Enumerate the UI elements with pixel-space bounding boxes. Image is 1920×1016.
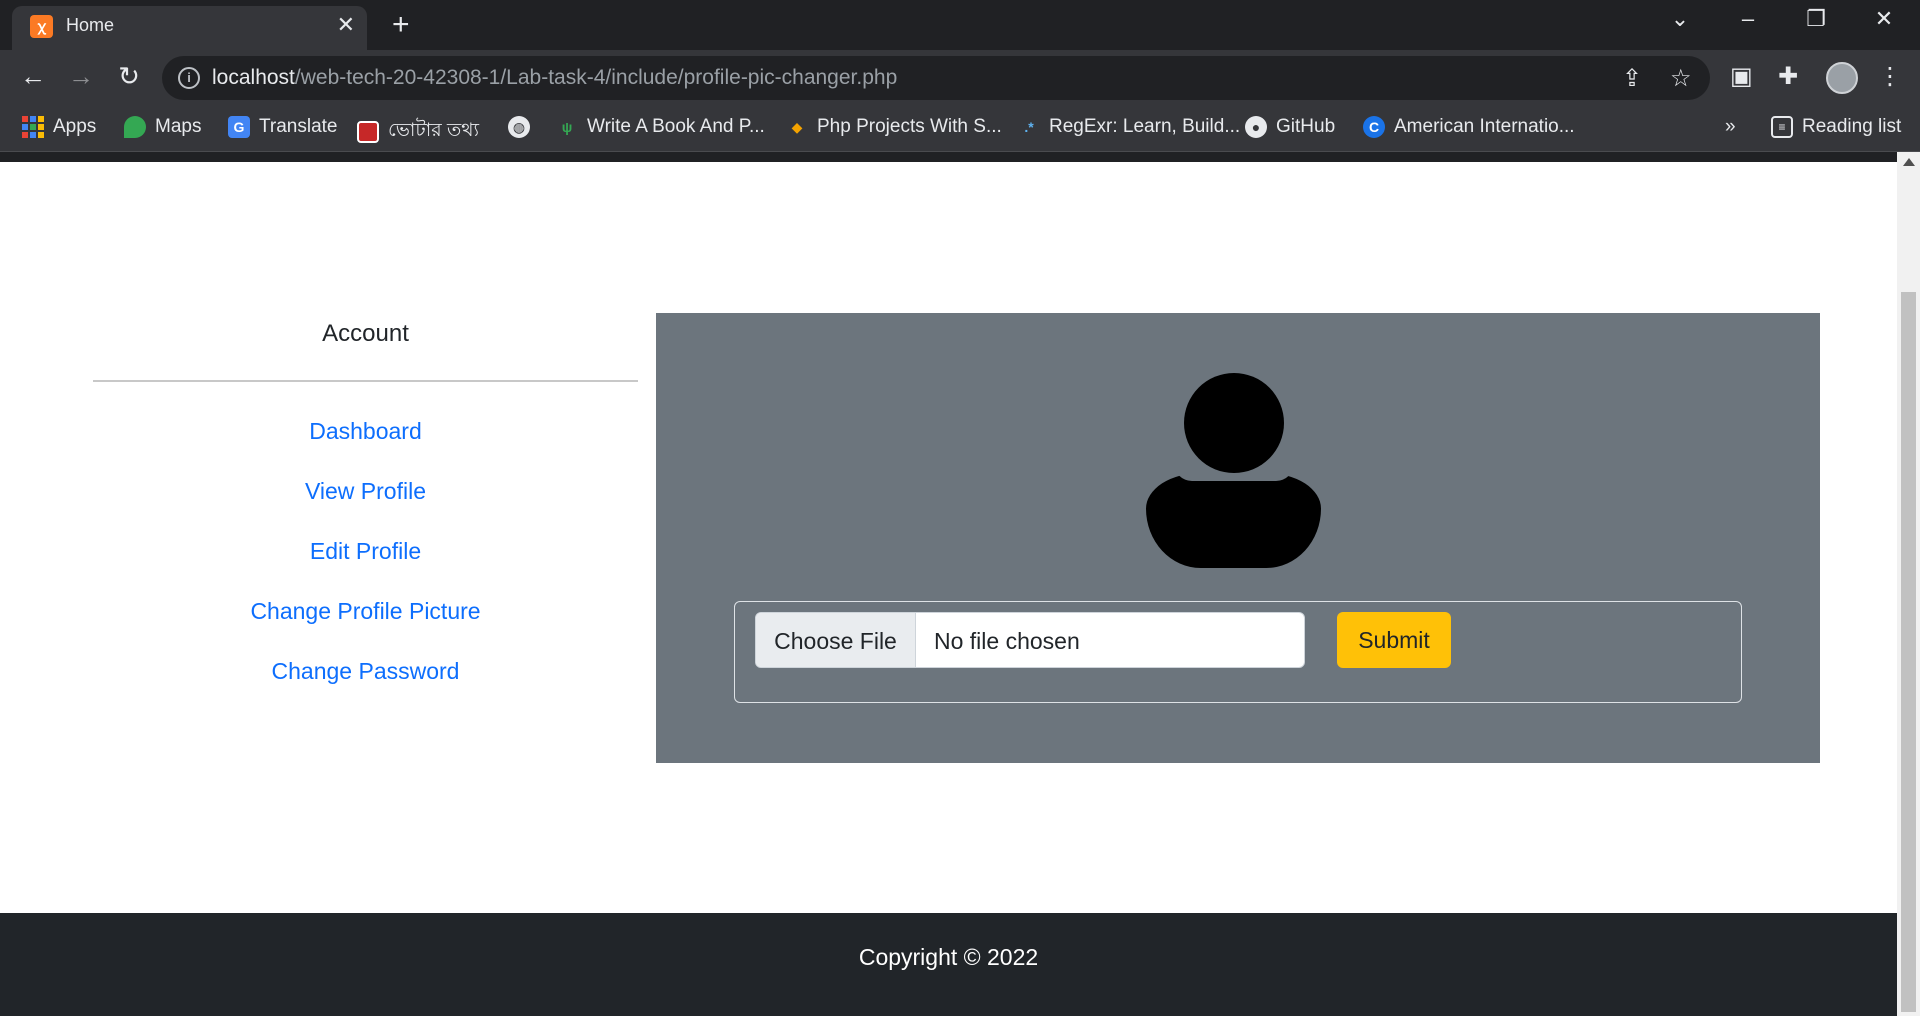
bookmark-php-projects[interactable]: ◆ Php Projects With S... [786,116,1002,138]
page-footer: Copyright © 2022 [0,913,1897,1016]
bookmark-star-icon[interactable]: ☆ [1670,64,1692,93]
reading-list-icon: ≡ [1771,116,1793,138]
minimize-button[interactable]: – [1728,6,1768,32]
site-info-icon[interactable]: i [178,67,200,89]
aiub-icon: C [1363,116,1385,138]
sidebar-link-dashboard[interactable]: Dashboard [93,416,638,476]
maps-pin-icon [124,116,146,138]
reading-list-label: Reading list [1802,116,1902,137]
tab-strip: ꭓ Home ✕ + ⌄ – ❐ ✕ [0,0,1920,50]
file-input[interactable]: Choose File No file chosen [755,612,1305,668]
user-avatar-icon [1146,373,1321,568]
copyright-text: Copyright © 2022 [858,944,1039,970]
bookmark-label: Translate [259,116,338,137]
translate-icon: G [228,116,250,138]
profile-avatar-icon[interactable] [1826,62,1858,94]
upload-form: Choose File No file chosen Submit [734,601,1742,703]
sidebar-link-edit-profile[interactable]: Edit Profile [93,536,638,596]
php-projects-icon: ◆ [791,119,803,135]
voter-info-icon [357,121,379,143]
forward-button[interactable]: → [64,61,98,92]
avatar-head [1184,373,1284,473]
scrollbar-thumb[interactable] [1901,292,1916,1012]
navbar-strip [0,152,1897,162]
bookmark-label: GitHub [1276,116,1336,137]
profile-picture-panel: Choose File No file chosen Submit [656,313,1820,763]
sidebar-link-change-password[interactable]: Change Password [93,656,638,716]
tab-title: Home [66,15,115,35]
more-bookmarks-button[interactable]: » [1725,116,1736,138]
bookmarks-bar: Apps Maps G Translate ভোটার তথ্য ◍ ψ Wri… [0,106,1920,152]
xampp-icon: ꭓ [30,15,53,38]
bookmark-label: American Internatio... [1394,116,1575,137]
restore-button[interactable]: ❐ [1796,6,1836,32]
sidebar-link-change-profile-picture[interactable]: Change Profile Picture [93,596,638,656]
url-path: /web-tech-20-42308-1/Lab-task-4/include/… [294,66,898,89]
url-host: localhost [212,66,295,89]
file-status-text: No file chosen [934,628,1080,654]
apps-grid-icon [22,116,44,138]
bookmark-voter-info[interactable]: ভোটার তথ্য [357,116,479,148]
extensions-icon[interactable]: ✚ [1778,62,1798,91]
menu-kebab-icon[interactable]: ⋮ [1878,62,1902,91]
account-sidebar: Account Dashboard View Profile Edit Prof… [93,312,638,716]
screen-capture-icon[interactable]: ▣ [1730,62,1753,91]
globe-icon: ◍ [508,116,530,138]
tab-search-icon[interactable]: ⌄ [1660,6,1700,32]
page-scrollbar[interactable] [1897,152,1920,1016]
reload-button[interactable]: ↻ [112,61,146,92]
submit-button[interactable]: Submit [1337,612,1451,668]
bookmark-translate[interactable]: G Translate [228,116,338,138]
bookmark-maps[interactable]: Maps [124,116,201,138]
avatar-body [1146,473,1321,568]
github-icon: ● [1245,116,1267,138]
scroll-up-arrow-icon[interactable] [1903,158,1915,166]
back-button[interactable]: ← [16,61,50,92]
reading-list-button[interactable]: ≡ Reading list [1771,116,1901,138]
sidebar-link-view-profile[interactable]: View Profile [93,476,638,536]
bookmark-label: RegExr: Learn, Build... [1049,116,1241,137]
sidebar-divider [93,380,638,382]
bookmark-american-international[interactable]: C American Internatio... [1363,116,1575,138]
browser-tab[interactable]: ꭓ Home ✕ [12,6,367,50]
bookmark-github[interactable]: ● GitHub [1245,116,1335,138]
bookmark-apps[interactable]: Apps [22,116,96,138]
browser-toolbar: ← → ↻ i localhost/web-tech-20-42308-1/La… [0,50,1920,106]
address-bar[interactable]: i localhost/web-tech-20-42308-1/Lab-task… [162,56,1710,100]
bookmark-label: Php Projects With S... [817,116,1002,137]
bookmark-regexr[interactable]: .* RegExr: Learn, Build... [1018,116,1240,138]
regexr-icon: .* [1024,119,1034,135]
bookmark-globe[interactable]: ◍ [508,116,530,138]
bookmark-label: Apps [53,116,97,137]
chevron-double-right-icon: » [1725,116,1736,137]
sidebar-title: Account [322,320,409,347]
share-icon[interactable]: ⇪ [1622,64,1642,93]
bookmark-label: ভোটার তথ্য [388,120,480,141]
page-content: Account Dashboard View Profile Edit Prof… [0,162,1897,1016]
sidebar-links: Dashboard View Profile Edit Profile Chan… [93,416,638,716]
url-text[interactable]: localhost/web-tech-20-42308-1/Lab-task-4… [212,66,897,90]
bookmark-label: Maps [155,116,202,137]
bookmark-write-a-book[interactable]: ψ Write A Book And P... [556,116,765,138]
new-tab-button[interactable]: + [392,8,410,42]
close-tab-icon[interactable]: ✕ [337,12,355,38]
book-icon: ψ [561,119,573,135]
choose-file-button[interactable]: Choose File [756,613,916,667]
bookmark-label: Write A Book And P... [587,116,765,137]
close-window-button[interactable]: ✕ [1864,6,1904,32]
